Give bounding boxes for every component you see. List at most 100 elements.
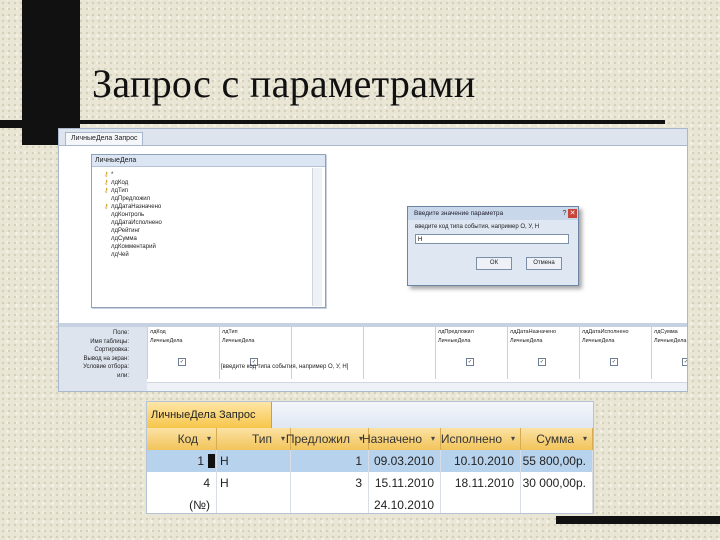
table-cell[interactable] [217,494,291,513]
table-cell[interactable]: 10.10.2010 [441,450,521,472]
chevron-down-icon[interactable]: ▾ [431,428,435,450]
grid-field-cell[interactable]: лдКод [150,329,166,335]
column-header-label: Тип [251,432,272,446]
parameter-input[interactable]: Н [415,234,569,244]
column-header[interactable]: Исполнено ▾ [441,428,521,450]
field-name: * [111,172,114,178]
column-header-label: Назначено [362,432,422,446]
criteria-cell[interactable]: [введите код типа события, например О, У… [221,364,348,370]
table-cell[interactable]: 18.11.2010 [441,472,521,494]
grid-table-cell[interactable]: ЛичныеДела [222,338,254,344]
grid-column[interactable]: лдДатаНазначено ЛичныеДела ✓ [507,327,580,379]
grid-field-cell[interactable]: лдДатаНазначено [510,329,556,335]
table-cell[interactable]: (№) [147,494,217,513]
grid-row-label: Поле: [112,330,129,336]
chevron-down-icon[interactable]: ▾ [583,428,587,450]
show-checkbox[interactable]: ✓ [610,358,618,366]
grid-column[interactable] [291,327,364,379]
close-icon[interactable]: ✕ [568,209,577,218]
dialog-prompt: введите код типа события, например О, У,… [415,224,540,230]
field-list-item[interactable]: лдДатаИсполнено [104,219,304,227]
grid-table-cell[interactable]: ЛичныеДела [438,338,470,344]
table-cell[interactable]: 24.10.2010 [369,494,441,513]
show-checkbox[interactable]: ✓ [682,358,687,366]
field-name: лдКод [111,180,129,186]
query-grid-scrollbar[interactable] [147,382,687,391]
grid-table-cell[interactable]: ЛичныеДела [654,338,686,344]
field-list-item[interactable]: лдЧей [104,251,304,259]
key-icon: ⚷ [104,188,109,194]
grid-row-label: Имя таблицы: [90,338,129,345]
field-name: лдКомментарий [111,244,156,250]
show-checkbox[interactable]: ✓ [466,358,474,366]
field-list-item[interactable]: ⚷ лдТип [104,187,304,195]
table-row[interactable]: (№) 24.10.2010 [147,494,593,513]
table-row[interactable]: 4 Н 3 15.11.2010 18.11.2010 30 000,00р. [147,472,593,495]
grid-table-cell[interactable]: ЛичныеДела [582,338,614,344]
field-list-item[interactable]: лдСумма [104,235,304,243]
field-list-item[interactable]: лдКомментарий [104,243,304,251]
table-cell[interactable]: 4 [147,472,217,494]
table-cell[interactable]: 55 800,00р. [521,450,593,472]
decorative-rule [80,120,665,124]
column-header[interactable]: Назначено ▾ [362,428,441,450]
datasheet-tab[interactable]: ЛичныеДела Запрос [147,402,273,428]
table-cell[interactable]: 1 [147,450,217,472]
grid-column[interactable]: лдТип ЛичныеДела ✓ [219,327,292,379]
grid-column[interactable]: лдПредложил ЛичныеДела ✓ [435,327,508,379]
table-cell[interactable]: 1 [291,450,369,472]
table-cell[interactable]: Н [217,472,291,494]
grid-column[interactable]: лдДатаИсполнено ЛичныеДела ✓ [579,327,652,379]
field-list-items: ⚷ * ⚷ лдКод ⚷ лдТип лдПредложил ⚷ лдДатаНазначен… [104,171,304,259]
cancel-button[interactable]: Отмена [526,257,562,270]
column-header[interactable]: Сумма ▾ [521,428,593,450]
grid-table-cell[interactable]: ЛичныеДела [510,338,542,344]
table-cell[interactable] [291,494,369,513]
query-design-window: ЛичныеДела Запрос ЛичныеДела ⚷ * ⚷ лдКод ⚷ лд… [58,128,688,392]
grid-field-cell[interactable]: лдТип [222,329,238,335]
grid-column[interactable]: лдКод ЛичныеДела ✓ [147,327,220,379]
field-list-title[interactable]: ЛичныеДела [92,155,325,167]
table-cell[interactable] [441,494,521,513]
design-tab[interactable]: ЛичныеДела Запрос [65,132,144,145]
table-cell[interactable]: 30 000,00р. [521,472,593,494]
show-checkbox[interactable]: ✓ [178,358,186,366]
field-list-item[interactable]: лдКонтроль [104,211,304,219]
table-cell[interactable]: 15.11.2010 [369,472,441,494]
field-list-scrollbar[interactable] [312,168,322,306]
column-header[interactable]: Тип ▾ [217,428,291,450]
field-list-item[interactable]: лдРейтинг [104,227,304,235]
show-checkbox[interactable]: ✓ [538,358,546,366]
field-list-item[interactable]: ⚷ лдКод [104,179,304,187]
dialog-title: Введите значение параметра [408,207,578,220]
table-row[interactable]: 1 Н 1 09.03.2010 10.10.2010 55 800,00р. [147,450,593,473]
field-list-item[interactable]: лдПредложил [104,195,304,203]
field-list-item[interactable]: ⚷ * [104,171,304,179]
field-name: лдКонтроль [111,212,145,218]
ok-button[interactable]: ОК [476,257,512,270]
chevron-down-icon[interactable]: ▾ [511,428,515,450]
grid-field-cell[interactable]: лдСумма [654,329,678,335]
table-cell[interactable] [521,494,593,513]
grid-column[interactable]: лдСумма ЛичныеДела ✓ [651,327,687,379]
field-list-window[interactable]: ЛичныеДела ⚷ * ⚷ лдКод ⚷ лдТип лдПредложил ⚷ лдД… [91,154,326,308]
datasheet-header: Код ▾ Тип ▾ Предложил ▾ Назначено ▾ Исполнено ▾ Су… [147,428,593,451]
query-grid-columns: лдКод ЛичныеДела ✓ лдТип ЛичныеДела ✓ лдПредло… [147,327,687,379]
chevron-down-icon[interactable]: ▾ [281,428,285,450]
field-list-item[interactable]: ⚷ лдДатаНазначено [104,203,304,211]
table-cell[interactable]: 09.03.2010 [369,450,441,472]
grid-field-cell[interactable]: лдДатаИсполнено [582,329,629,335]
grid-field-cell[interactable]: лдПредложил [438,329,474,335]
column-header-label: Предложил [285,432,350,446]
field-name: лдТип [111,188,129,194]
query-grid-row-labels: Поле: Имя таблицы: Сортировка: Вывод на экр… [59,327,147,391]
column-header[interactable]: Предложил ▾ [286,428,369,450]
column-header[interactable]: Код ▾ [147,428,217,450]
grid-table-cell[interactable]: ЛичныеДела [150,338,182,344]
table-cell[interactable]: 3 [291,472,369,494]
chevron-down-icon[interactable]: ▾ [207,428,211,450]
grid-column[interactable] [363,327,436,379]
field-name: лдДатаИсполнено [111,220,162,226]
table-cell[interactable]: Н [217,450,291,472]
key-icon: ⚷ [104,204,109,210]
